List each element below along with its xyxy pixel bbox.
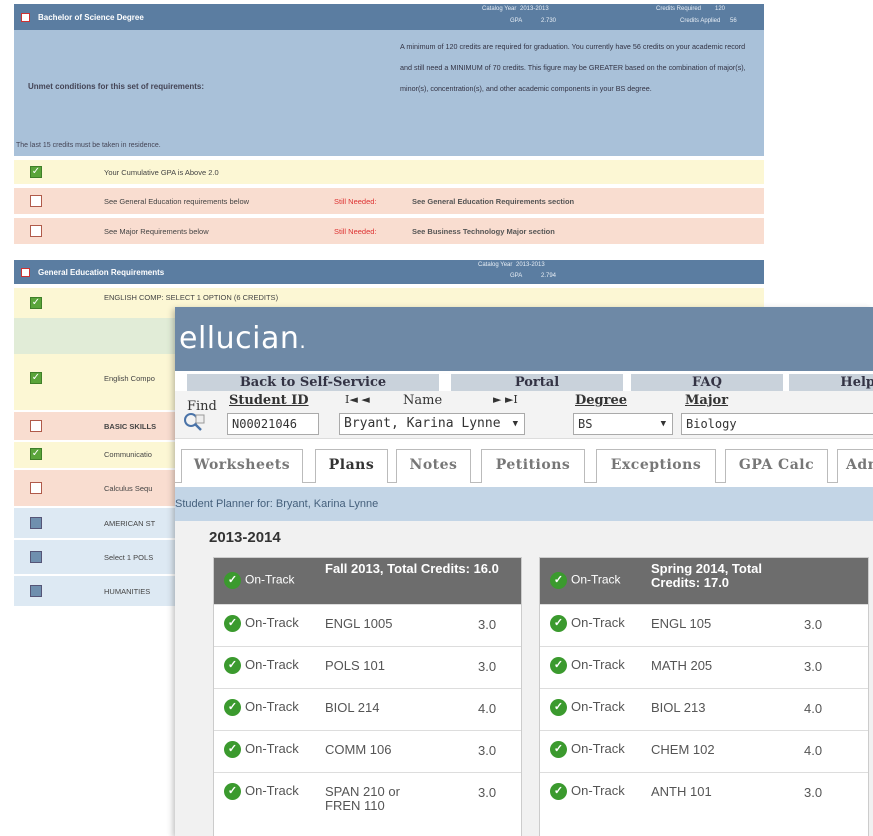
tab-gpa-calc[interactable]: GPA Calc (725, 449, 828, 483)
unchecked-box (30, 195, 42, 207)
tab-exceptions[interactable]: Exceptions (596, 449, 716, 483)
tab-plans[interactable]: Plans (315, 449, 388, 483)
dropdown-arrow-icon: ▼ (512, 419, 518, 429)
course-row[interactable]: ✓ On-Track POLS 101 3.0 (214, 646, 521, 688)
plan-year: 2013-2014 (209, 529, 281, 546)
major-label: Major (685, 393, 729, 408)
tab-worksheets[interactable]: Worksheets (181, 449, 303, 483)
ellucian-logo: ellucian. (179, 321, 307, 356)
check-circle-icon: ✓ (224, 657, 241, 675)
unchecked-box (30, 482, 42, 494)
check-circle-icon: ✓ (224, 783, 241, 801)
requirement-row: See General Education requirements below… (14, 188, 764, 214)
brand-bar: ellucian. (175, 307, 873, 371)
check-circle-icon: ✓ (550, 657, 567, 675)
portal-link[interactable]: Portal (451, 374, 623, 391)
requirement-row: ✓ Your Cumulative GPA is Above 2.0 (14, 160, 764, 184)
student-id-field[interactable]: N00021046 (227, 413, 319, 435)
course-row[interactable]: ✓ On-Track MATH 205 3.0 (540, 646, 868, 688)
course-row[interactable]: ✓ On-Track COMM 106 3.0 (214, 730, 521, 772)
expand-icon[interactable] (30, 585, 42, 597)
student-id-label: Student ID (229, 393, 309, 408)
gened-section-header: General Education Requirements Catalog Y… (14, 260, 764, 284)
degree-select[interactable]: BS ▼ (573, 413, 673, 435)
planner-window: ellucian. Back to Self-Service Portal FA… (175, 307, 873, 836)
check-circle-icon: ✓ (224, 741, 241, 759)
expand-icon[interactable] (30, 551, 42, 563)
course-row[interactable]: ✓ On-Track SPAN 210 or FREN 110 3.0 (214, 772, 521, 820)
check-circle-icon: ✓ (550, 741, 567, 759)
faq-link[interactable]: FAQ (631, 374, 783, 391)
credits-message: A minimum of 120 credits are required fo… (400, 42, 746, 93)
degree-title: Bachelor of Science Degree (38, 13, 144, 22)
check-icon: ✓ (30, 372, 42, 384)
check-circle-icon: ✓ (550, 783, 567, 801)
unchecked-box (30, 420, 42, 432)
term-header: ✓ On-Track Spring 2014, Total Credits: 17… (540, 558, 868, 604)
unchecked-box (30, 225, 42, 237)
plan-content: 2013-2014 ✓ On-Track Fall 2013, Total Cre… (175, 521, 873, 836)
check-circle-icon: ✓ (550, 699, 567, 717)
course-row[interactable]: ✓ On-Track BIOL 213 4.0 (540, 688, 868, 730)
name-label: Name (403, 393, 443, 408)
student-search-bar: Find Student ID N00021046 I◄ ◄ Name ► ►I… (175, 391, 873, 439)
term-card: ✓ On-Track Fall 2013, Total Credits: 16.0… (213, 557, 522, 836)
course-row[interactable]: ✓ On-Track CHEM 102 4.0 (540, 730, 868, 772)
tab-bar: Worksheets Plans Notes Petitions Excepti… (175, 449, 873, 483)
check-circle-icon: ✓ (550, 572, 567, 589)
unmet-conditions: Unmet conditions for this set of require… (14, 30, 764, 156)
tab-petitions[interactable]: Petitions (481, 449, 585, 483)
tab-admin[interactable]: Adm (837, 449, 873, 483)
collapse-checkbox[interactable] (21, 268, 30, 277)
degree-section-header: Bachelor of Science Degree Catalog Year … (14, 4, 764, 30)
term-name[interactable]: Spring 2014, Total Credits: 17.0 (651, 562, 811, 590)
check-icon: ✓ (30, 448, 42, 460)
expand-icon[interactable] (30, 517, 42, 529)
term-card: ✓ On-Track Spring 2014, Total Credits: 17… (539, 557, 869, 836)
pager-next-last[interactable]: ► ►I (493, 393, 518, 406)
check-circle-icon: ✓ (550, 615, 567, 633)
tab-notes[interactable]: Notes (396, 449, 471, 483)
dropdown-arrow-icon: ▼ (660, 419, 666, 429)
check-circle-icon: ✓ (224, 572, 241, 589)
top-nav: Back to Self-Service Portal FAQ Help (175, 371, 873, 391)
pager-first-prev[interactable]: I◄ ◄ (345, 393, 370, 406)
back-to-self-service-link[interactable]: Back to Self-Service (187, 374, 439, 391)
course-row[interactable]: ✓ On-Track BIOL 214 4.0 (214, 688, 521, 730)
check-icon: ✓ (30, 166, 42, 178)
degree-label: Degree (575, 393, 628, 408)
check-circle-icon: ✓ (224, 615, 241, 633)
check-icon: ✓ (30, 297, 42, 309)
major-select[interactable]: Biology (681, 413, 873, 435)
course-row[interactable]: ✓ On-Track ANTH 101 3.0 (540, 772, 868, 820)
gened-title: General Education Requirements (38, 268, 165, 277)
collapse-checkbox[interactable] (21, 13, 30, 22)
planner-subheader: Student Planner for: Bryant, Karina Lynn… (175, 487, 873, 521)
help-link[interactable]: Help (789, 374, 873, 391)
course-row[interactable]: ✓ On-Track ENGL 1005 3.0 (214, 604, 521, 646)
term-name[interactable]: Fall 2013, Total Credits: 16.0 (325, 562, 515, 576)
name-select[interactable]: Bryant, Karina Lynne ▼ (339, 413, 525, 435)
check-circle-icon: ✓ (224, 699, 241, 717)
course-row[interactable]: ✓ On-Track ENGL 105 3.0 (540, 604, 868, 646)
search-icon[interactable] (182, 412, 206, 432)
requirement-row: See Major Requirements below Still Neede… (14, 218, 764, 244)
term-header: ✓ On-Track Fall 2013, Total Credits: 16.0 (214, 558, 521, 604)
residence-note: The last 15 credits must be taken in res… (16, 142, 161, 149)
unmet-label: Unmet conditions for this set of require… (28, 82, 205, 91)
